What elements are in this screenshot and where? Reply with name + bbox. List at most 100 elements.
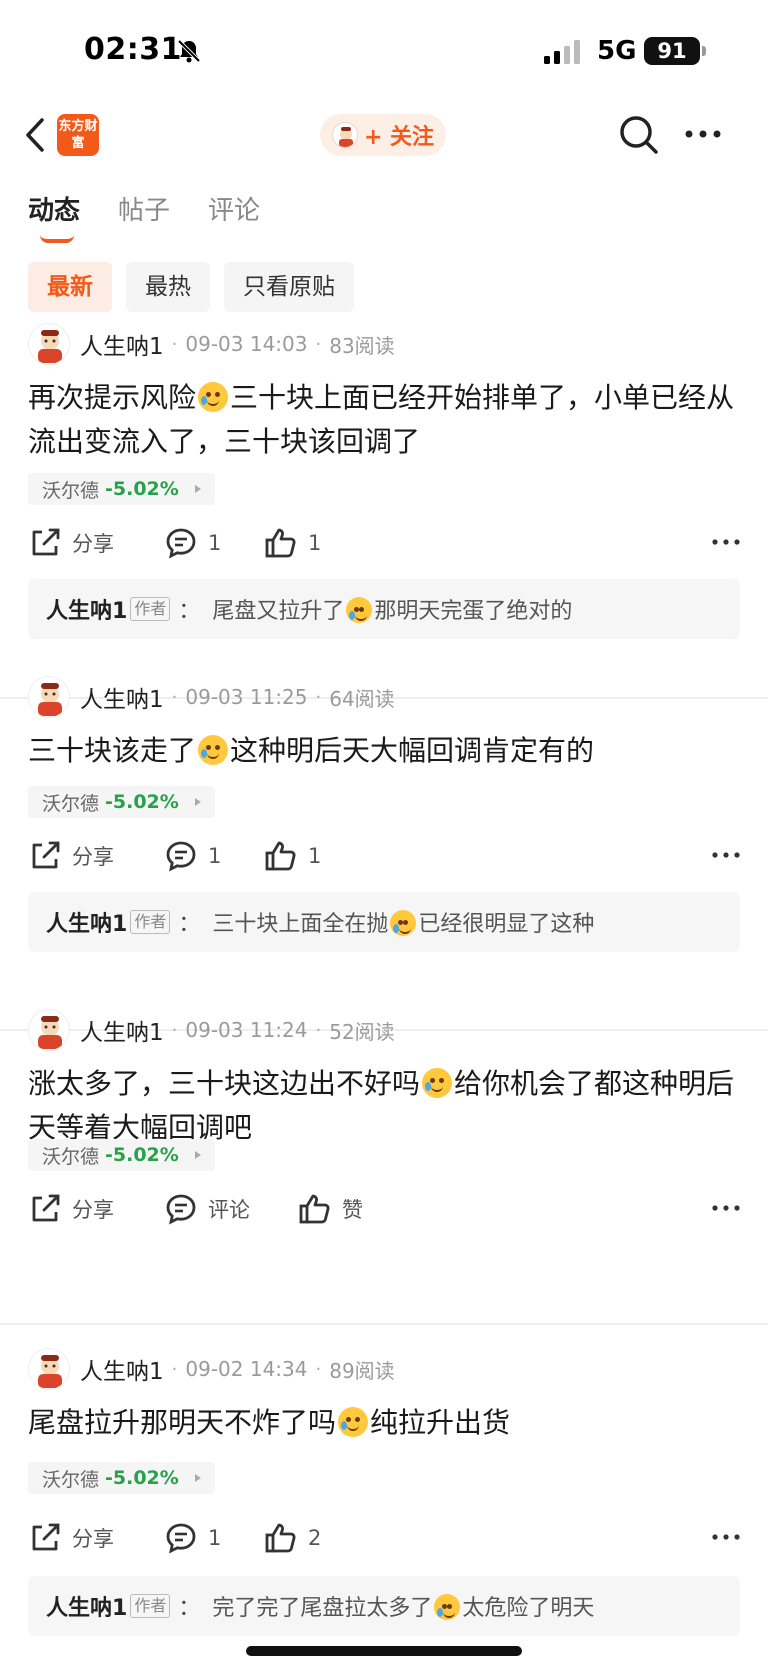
post-item[interactable]: 人生呐1 · 09-03 11:24 · 52阅读 涨太多了，三十块这边出不好吗… xyxy=(0,1009,768,1309)
comment-button[interactable]: 1 xyxy=(164,523,221,563)
author-name[interactable]: 人生呐1 xyxy=(80,680,164,714)
read-count: 52阅读 xyxy=(329,1019,395,1044)
battery-cap xyxy=(702,46,706,56)
content-text: 三十块该走了 xyxy=(28,734,197,767)
stock-tag[interactable]: 沃尔德 -5.02% xyxy=(28,1462,215,1494)
share-button[interactable]: 分享 xyxy=(28,1189,114,1229)
post-content[interactable]: 三十块该走了 这种明后天大幅回调肯定有的 xyxy=(28,729,740,773)
post-item[interactable]: 人生呐1 · 09-03 11:25 · 64阅读 三十块该走了 这种明后天大幅回… xyxy=(0,676,768,976)
content-text: 纯拉升出货 xyxy=(370,1406,511,1439)
post-content[interactable]: 再次提示风险 三十块上面已经开始排单了，小单已经从流出变流入了，三十块该回调了 xyxy=(28,376,740,464)
user-avatar-icon xyxy=(331,122,358,148)
tab-label: 动态 xyxy=(28,196,81,226)
comment-button[interactable]: 1 xyxy=(164,836,221,876)
author-avatar[interactable] xyxy=(28,1009,70,1051)
like-button[interactable]: 2 xyxy=(264,1518,321,1558)
tab-comments[interactable]: 评论 xyxy=(208,190,260,227)
read-count: 89阅读 xyxy=(329,1358,395,1383)
thumbs-up-icon xyxy=(265,841,296,871)
like-button[interactable]: 1 xyxy=(264,523,321,563)
laugh-cry-emoji-icon xyxy=(346,597,373,623)
author-avatar[interactable] xyxy=(28,1348,70,1390)
top-reply[interactable]: 人生呐1 作者 ： 尾盘又拉升了 那明天完蛋了绝对的 xyxy=(28,579,740,639)
comment-icon xyxy=(166,841,196,872)
author-avatar[interactable] xyxy=(28,323,70,365)
stock-tag[interactable]: 沃尔德 -5.02% xyxy=(28,473,215,505)
content-text: 尾盘拉升那明天不炸了吗 xyxy=(28,1406,337,1439)
share-button[interactable]: 分享 xyxy=(28,836,114,876)
search-icon[interactable] xyxy=(618,114,660,156)
stock-tag[interactable]: 沃尔德 -5.02% xyxy=(28,1139,215,1171)
post-meta: 人生呐1 · 09-02 14:34 · 89阅读 xyxy=(28,1348,395,1390)
network-type: 5G xyxy=(597,36,637,66)
comment-count: 1 xyxy=(208,1526,222,1550)
post-content[interactable]: 尾盘拉升那明天不炸了吗 纯拉升出货 xyxy=(28,1401,740,1445)
post-time: 09-03 11:25 xyxy=(185,685,308,709)
tab-active-indicator xyxy=(40,235,74,243)
comment-button[interactable]: 1 xyxy=(164,1518,221,1558)
tab-posts[interactable]: 帖子 xyxy=(118,190,170,227)
reply-author[interactable]: 人生呐1 xyxy=(46,1590,127,1622)
filter-latest[interactable]: 最新 xyxy=(28,262,112,312)
follow-button[interactable]: + 关注 xyxy=(320,114,446,156)
post-actions: 分享 1 1 xyxy=(28,523,740,563)
author-avatar[interactable] xyxy=(28,676,70,718)
post-item[interactable]: 人生呐1 · 09-03 14:03 · 83阅读 再次提示风险 三十块上面已经开… xyxy=(0,323,768,668)
post-meta: 人生呐1 · 09-03 14:03 · 83阅读 xyxy=(28,323,395,365)
share-button[interactable]: 分享 xyxy=(28,523,114,563)
post-content[interactable]: 涨太多了，三十块这边出不好吗 给你机会了都这种明后天等着大幅回调吧 xyxy=(28,1062,740,1150)
laugh-cry-emoji-icon xyxy=(198,735,229,765)
share-icon xyxy=(32,841,60,869)
share-button[interactable]: 分享 xyxy=(28,1518,114,1558)
comment-button[interactable]: 评论 xyxy=(164,1189,250,1229)
filter-hottest[interactable]: 最热 xyxy=(126,262,210,312)
author-badge: 作者 xyxy=(130,910,171,934)
post-meta: 人生呐1 · 09-03 11:25 · 64阅读 xyxy=(28,676,395,718)
stock-change: -5.02% xyxy=(105,1467,179,1489)
battery-icon: 91 xyxy=(644,37,700,65)
app-logo: 东方财富 xyxy=(57,114,99,156)
more-options-icon[interactable] xyxy=(712,1532,740,1542)
post-item[interactable]: 人生呐1 · 09-02 14:34 · 89阅读 尾盘拉升那明天不炸了吗 纯拉升… xyxy=(0,1348,768,1648)
status-time: 02:31 xyxy=(84,32,182,67)
reply-text: 尾盘又拉升了 那明天完蛋了绝对的 xyxy=(212,597,573,624)
like-button[interactable]: 1 xyxy=(264,836,321,876)
separator-dot: · xyxy=(315,1019,322,1041)
more-options-icon[interactable] xyxy=(712,850,740,860)
author-name[interactable]: 人生呐1 xyxy=(80,327,164,361)
reply-text: 完了完了尾盘拉太多了 太危险了明天 xyxy=(212,1594,595,1621)
top-reply[interactable]: 人生呐1 作者 ： 三十块上面全在抛 已经很明显了这种 xyxy=(28,892,740,952)
tab-dynamics[interactable]: 动态 xyxy=(28,190,81,243)
filter-original-only[interactable]: 只看原贴 xyxy=(224,262,354,312)
reply-author[interactable]: 人生呐1 xyxy=(46,593,127,625)
content-text: 涨太多了，三十块这边出不好吗 xyxy=(28,1067,421,1100)
top-reply[interactable]: 人生呐1 作者 ： 完了完了尾盘拉太多了 太危险了明天 xyxy=(28,1576,740,1636)
stock-change: -5.02% xyxy=(105,1144,179,1166)
more-options-icon[interactable] xyxy=(712,537,740,547)
more-options-icon[interactable] xyxy=(712,1203,740,1213)
separator-dot: · xyxy=(315,333,322,355)
post-actions: 分享 1 2 xyxy=(28,1518,740,1558)
back-icon[interactable] xyxy=(22,116,50,154)
author-name[interactable]: 人生呐1 xyxy=(80,1013,164,1047)
like-button[interactable]: 赞 xyxy=(298,1189,363,1229)
scrolled-header-remnant xyxy=(28,166,498,172)
more-icon[interactable] xyxy=(683,128,723,140)
thumbs-up-icon xyxy=(299,1194,330,1224)
comment-icon xyxy=(166,1523,196,1554)
stock-tag[interactable]: 沃尔德 -5.02% xyxy=(28,786,215,818)
stock-change: -5.02% xyxy=(105,791,179,813)
chevron-right-icon xyxy=(194,485,201,493)
home-indicator[interactable] xyxy=(246,1646,522,1656)
post-meta: 人生呐1 · 09-03 11:24 · 52阅读 xyxy=(28,1009,395,1051)
sweat-emoji-icon xyxy=(198,382,229,412)
stock-change: -5.02% xyxy=(105,478,179,500)
post-actions: 分享 1 1 xyxy=(28,836,740,876)
like-count: 1 xyxy=(308,531,322,555)
author-name[interactable]: 人生呐1 xyxy=(80,1352,164,1386)
sweat-emoji-icon xyxy=(422,1068,453,1098)
post-actions: 分享 评论 赞 xyxy=(28,1189,740,1229)
separator-dot: · xyxy=(171,333,178,355)
profile-tabs: 动态 帖子 评论 xyxy=(28,190,260,243)
reply-author[interactable]: 人生呐1 xyxy=(46,906,127,938)
